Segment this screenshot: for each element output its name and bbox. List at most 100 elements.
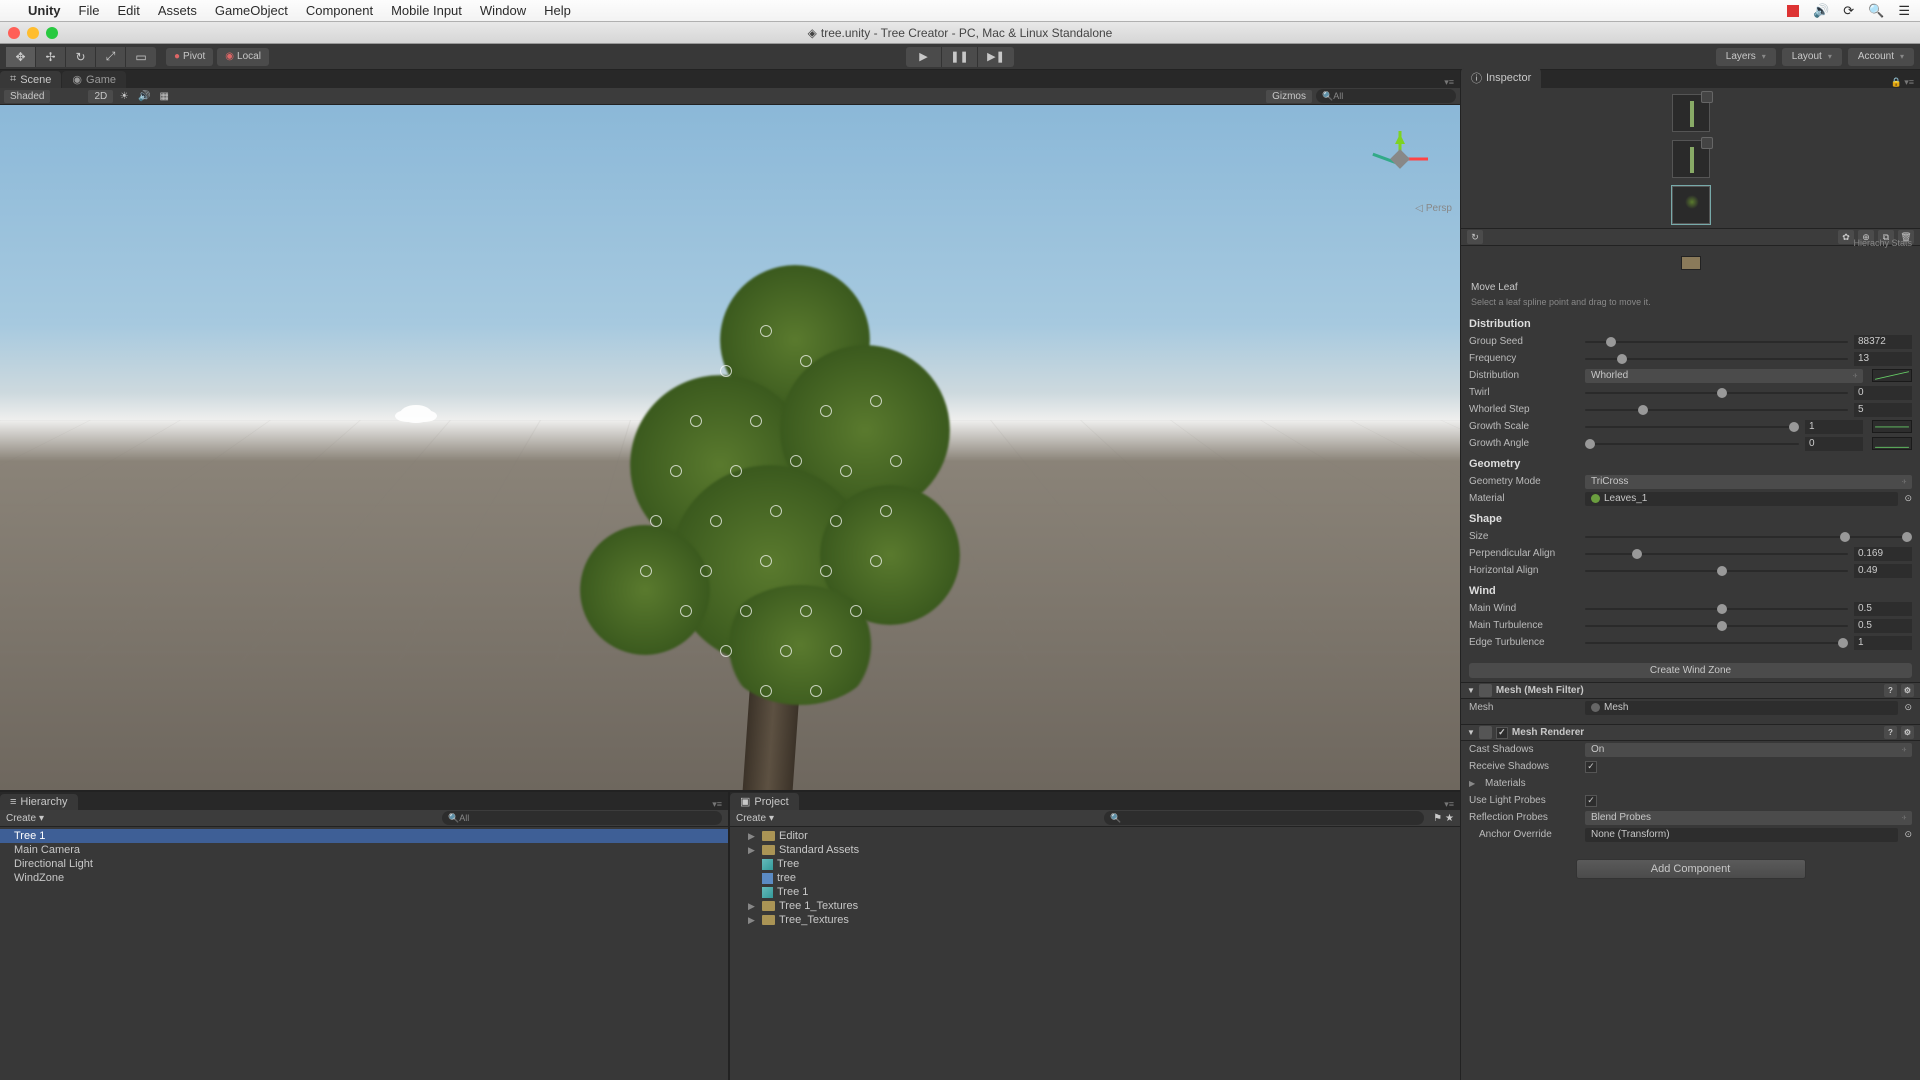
leaf-node-gizmo[interactable] — [800, 355, 812, 367]
horiz-align-field[interactable] — [1854, 564, 1912, 578]
frequency-slider[interactable] — [1585, 358, 1848, 360]
branch-group-thumb[interactable] — [1672, 94, 1710, 132]
leaf-node-gizmo[interactable] — [680, 605, 692, 617]
project-item[interactable]: Tree — [730, 857, 1460, 871]
add-leaf-button[interactable]: ✿ — [1838, 230, 1854, 244]
project-options-icon[interactable]: ▾≡ — [1444, 799, 1454, 810]
project-filter-icon[interactable]: ⚑ — [1433, 813, 1442, 824]
anchor-override-field[interactable]: None (Transform) — [1585, 828, 1898, 842]
leaf-node-gizmo[interactable] — [810, 685, 822, 697]
object-picker-icon[interactable]: ⊙ — [1904, 702, 1912, 713]
size-range-slider[interactable] — [1585, 536, 1912, 538]
fold-icon[interactable]: ▶ — [748, 915, 758, 926]
menu-component[interactable]: Component — [306, 3, 373, 18]
receive-shadows-checkbox[interactable]: ✓ — [1585, 761, 1597, 773]
leaf-node-gizmo[interactable] — [800, 605, 812, 617]
leaf-node-gizmo[interactable] — [700, 565, 712, 577]
tab-hierarchy[interactable]: ≡Hierarchy — [0, 794, 78, 810]
main-wind-slider[interactable] — [1585, 608, 1848, 610]
menu-edit[interactable]: Edit — [117, 3, 139, 18]
project-item[interactable]: ▶Editor — [730, 829, 1460, 843]
tree-object[interactable]: /* placeholder for generated nodes below… — [520, 205, 1040, 790]
tab-project[interactable]: ▣Project — [730, 793, 799, 810]
leaf-node-gizmo[interactable] — [830, 515, 842, 527]
help-icon[interactable]: ? — [1884, 684, 1897, 697]
rotate-tool-button[interactable]: ↻ — [66, 47, 96, 67]
sync-icon[interactable]: ⟳ — [1843, 3, 1854, 19]
growth-angle-slider[interactable] — [1585, 443, 1799, 445]
layers-dropdown[interactable]: Layers — [1716, 48, 1776, 66]
perp-align-slider[interactable] — [1585, 553, 1848, 555]
leaf-node-gizmo[interactable] — [770, 505, 782, 517]
create-wind-zone-button[interactable]: Create Wind Zone — [1469, 663, 1912, 678]
search-icon[interactable]: 🔍 — [1868, 3, 1884, 19]
project-item[interactable]: Tree 1 — [730, 885, 1460, 899]
audio-toggle-icon[interactable]: 🔊 — [135, 89, 153, 103]
leaf-color-swatch[interactable] — [1681, 256, 1701, 270]
leaf-node-gizmo[interactable] — [890, 455, 902, 467]
lighting-toggle-icon[interactable]: ☀ — [115, 89, 133, 103]
growth-scale-curve[interactable] — [1872, 420, 1912, 433]
inspector-lock-icon[interactable]: 🔒 ▾≡ — [1891, 77, 1914, 88]
leaf-node-gizmo[interactable] — [750, 415, 762, 427]
pivot-toggle[interactable]: ●Pivot — [166, 48, 213, 66]
project-search-input[interactable]: 🔍 — [1104, 811, 1424, 825]
leaf-node-gizmo[interactable] — [820, 565, 832, 577]
hierarchy-search-input[interactable]: 🔍All — [442, 811, 722, 825]
hierarchy-options-icon[interactable]: ▾≡ — [712, 799, 722, 810]
help-icon[interactable]: ? — [1884, 726, 1897, 739]
tab-game[interactable]: ◉Game — [62, 71, 126, 88]
fold-icon[interactable]: ▼ — [1467, 686, 1475, 695]
object-picker-icon[interactable]: ⊙ — [1904, 493, 1912, 504]
add-badge-icon[interactable] — [1701, 137, 1713, 149]
hand-tool-button[interactable]: ✥ — [6, 47, 36, 67]
tab-inspector[interactable]: ⓘInspector — [1461, 68, 1541, 88]
fold-icon[interactable]: ▼ — [1467, 728, 1475, 737]
edge-turb-field[interactable] — [1854, 636, 1912, 650]
tab-scene[interactable]: ⌗Scene — [0, 71, 61, 88]
scene-search-input[interactable]: 🔍All — [1316, 89, 1456, 103]
leaf-node-gizmo[interactable] — [840, 465, 852, 477]
group-seed-slider[interactable] — [1585, 341, 1848, 343]
projection-label[interactable]: ◁Persp — [1415, 203, 1452, 214]
use-light-probes-checkbox[interactable]: ✓ — [1585, 795, 1597, 807]
fold-icon[interactable]: ▶ — [748, 901, 758, 912]
gizmos-dropdown[interactable]: Gizmos — [1266, 90, 1312, 103]
gear-icon[interactable]: ⚙ — [1901, 684, 1914, 697]
menu-mobile-input[interactable]: Mobile Input — [391, 3, 462, 18]
scene-viewport[interactable]: /* placeholder for generated nodes below… — [0, 105, 1460, 790]
gear-icon[interactable]: ⚙ — [1901, 726, 1914, 739]
leaf-node-gizmo[interactable] — [720, 645, 732, 657]
menu-window[interactable]: Window — [480, 3, 526, 18]
leaf-node-gizmo[interactable] — [830, 645, 842, 657]
menu-extras-icon[interactable]: ☰ — [1898, 3, 1910, 19]
whorled-step-field[interactable] — [1854, 403, 1912, 417]
growth-angle-field[interactable] — [1805, 437, 1863, 451]
mesh-field[interactable]: Mesh — [1585, 701, 1898, 715]
leaf-node-gizmo[interactable] — [850, 605, 862, 617]
play-button[interactable]: ▶ — [906, 47, 942, 67]
leaf-node-gizmo[interactable] — [790, 455, 802, 467]
leaf-node-gizmo[interactable] — [690, 415, 702, 427]
hierarchy-item[interactable]: Main Camera — [0, 843, 728, 857]
perp-align-field[interactable] — [1854, 547, 1912, 561]
menu-assets[interactable]: Assets — [158, 3, 197, 18]
growth-scale-field[interactable] — [1805, 420, 1863, 434]
growth-angle-curve[interactable] — [1872, 437, 1912, 450]
leaf-node-gizmo[interactable] — [760, 555, 772, 567]
twirl-field[interactable] — [1854, 386, 1912, 400]
branch-group-thumb[interactable] — [1672, 140, 1710, 178]
close-window-button[interactable] — [8, 27, 20, 39]
leaf-group-thumb[interactable] — [1672, 186, 1710, 224]
mesh-filter-header[interactable]: ▼ Mesh (Mesh Filter) ? ⚙ — [1461, 682, 1920, 699]
leaf-node-gizmo[interactable] — [670, 465, 682, 477]
add-badge-icon[interactable] — [1701, 91, 1713, 103]
leaf-node-gizmo[interactable] — [870, 555, 882, 567]
leaf-node-gizmo[interactable] — [880, 505, 892, 517]
2d-toggle[interactable]: 2D — [88, 90, 113, 103]
horiz-align-slider[interactable] — [1585, 570, 1848, 572]
twirl-slider[interactable] — [1585, 392, 1848, 394]
pause-button[interactable]: ❚❚ — [942, 47, 978, 67]
leaf-node-gizmo[interactable] — [740, 605, 752, 617]
leaf-node-gizmo[interactable] — [720, 365, 732, 377]
